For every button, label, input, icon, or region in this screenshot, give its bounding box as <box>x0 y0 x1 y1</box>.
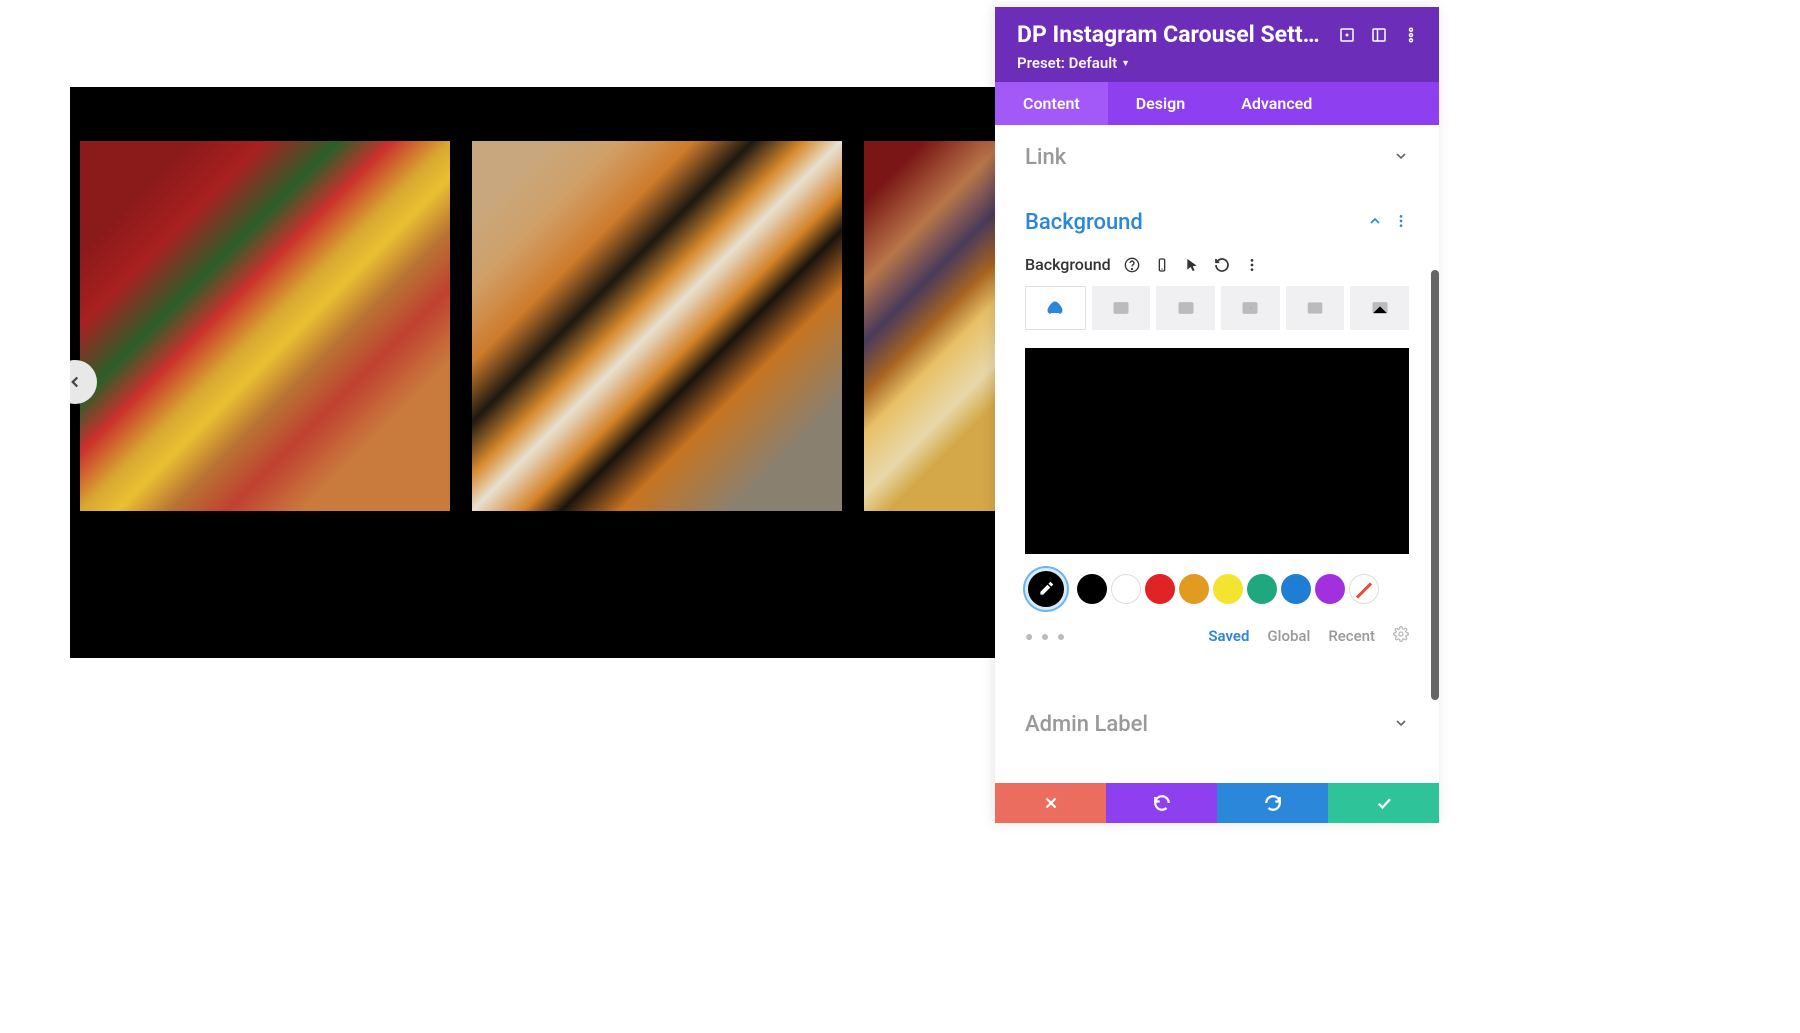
color-swatches <box>1025 568 1409 610</box>
scrollbar-thumb[interactable] <box>1431 270 1439 700</box>
section-more-icon[interactable] <box>1393 213 1409 233</box>
background-label: Background <box>1025 255 1111 274</box>
swatch-green[interactable] <box>1247 574 1277 604</box>
section-background-title: Background <box>1025 210 1143 235</box>
field-more-icon[interactable] <box>1243 256 1261 274</box>
bg-tab-mask[interactable] <box>1350 286 1409 330</box>
redo-button[interactable] <box>1217 783 1328 823</box>
bg-tab-color[interactable] <box>1025 286 1086 330</box>
panel-title: DP Instagram Carousel Setti… <box>1017 21 1325 48</box>
color-preview[interactable] <box>1025 348 1409 554</box>
swatch-white[interactable] <box>1111 574 1141 604</box>
panel-tabs: Content Design Advanced <box>995 82 1439 125</box>
panel-header: DP Instagram Carousel Setti… Preset: Def… <box>995 7 1439 82</box>
chevron-down-icon <box>1393 715 1409 735</box>
help-icon[interactable] <box>1123 256 1141 274</box>
swatch-orange[interactable] <box>1179 574 1209 604</box>
save-button[interactable] <box>1328 783 1439 823</box>
palette-tab-recent[interactable]: Recent <box>1328 627 1375 645</box>
phone-icon[interactable] <box>1153 256 1171 274</box>
palette-tab-saved[interactable]: Saved <box>1208 627 1249 645</box>
chevron-up-icon <box>1367 213 1383 233</box>
bg-tab-pattern[interactable] <box>1286 286 1345 330</box>
tab-advanced[interactable]: Advanced <box>1213 82 1340 125</box>
background-controls: Background <box>995 255 1439 672</box>
section-admin-header[interactable]: Admin Label <box>995 692 1439 757</box>
preset-label: Preset: Default <box>1017 54 1117 72</box>
section-admin-label: Admin Label <box>995 692 1439 757</box>
undo-button[interactable] <box>1106 783 1217 823</box>
carousel-image-1[interactable] <box>80 141 450 511</box>
section-link-header[interactable]: Link <box>995 125 1439 190</box>
carousel-image-3[interactable] <box>864 141 999 511</box>
bg-tab-video[interactable] <box>1221 286 1280 330</box>
bg-tab-image[interactable] <box>1156 286 1215 330</box>
background-type-tabs <box>1025 286 1409 330</box>
palette-footer: ● ● ● Saved Global Recent <box>1025 620 1409 652</box>
bg-tab-gradient[interactable] <box>1092 286 1151 330</box>
more-icon[interactable] <box>1401 25 1421 45</box>
swatch-red[interactable] <box>1145 574 1175 604</box>
section-link-title: Link <box>1025 145 1066 170</box>
palette-tab-global[interactable]: Global <box>1267 627 1310 645</box>
caret-down-icon: ▼ <box>1121 58 1130 69</box>
reset-icon[interactable] <box>1213 256 1231 274</box>
eyedropper-button[interactable] <box>1025 568 1067 610</box>
swatch-black[interactable] <box>1077 574 1107 604</box>
tab-content[interactable]: Content <box>995 82 1108 125</box>
gear-icon[interactable] <box>1393 626 1409 646</box>
settings-panel: DP Instagram Carousel Setti… Preset: Def… <box>995 7 1439 823</box>
hover-icon[interactable] <box>1183 256 1201 274</box>
swatch-blue[interactable] <box>1281 574 1311 604</box>
cancel-button[interactable] <box>995 783 1106 823</box>
section-background: Background Background <box>995 190 1439 672</box>
wireframe-icon[interactable] <box>1369 25 1389 45</box>
carousel-image-2[interactable] <box>472 141 842 511</box>
section-admin-title: Admin Label <box>1025 712 1148 737</box>
panel-footer <box>995 783 1439 823</box>
swatch-yellow[interactable] <box>1213 574 1243 604</box>
swatch-none[interactable] <box>1349 574 1379 604</box>
chevron-down-icon <box>1393 148 1409 168</box>
section-background-header[interactable]: Background <box>995 190 1439 255</box>
expand-icon[interactable] <box>1337 25 1357 45</box>
tab-design[interactable]: Design <box>1108 82 1213 125</box>
panel-body: Link Background <box>995 125 1439 783</box>
swatch-purple[interactable] <box>1315 574 1345 604</box>
section-link: Link <box>995 125 1439 190</box>
palette-more-icon[interactable]: ● ● ● <box>1025 628 1067 645</box>
preset-dropdown[interactable]: Preset: Default ▼ <box>1017 54 1421 72</box>
